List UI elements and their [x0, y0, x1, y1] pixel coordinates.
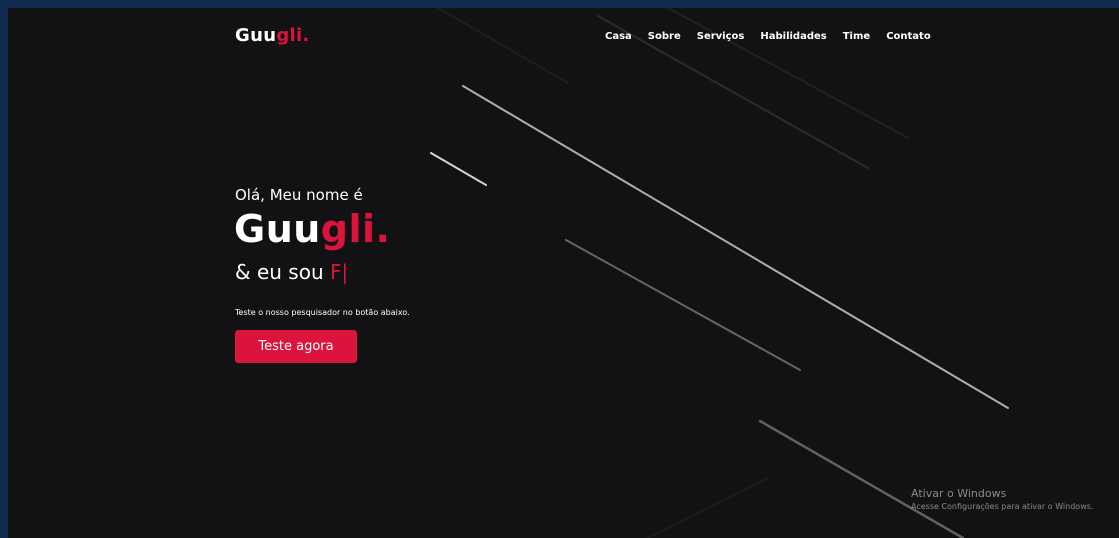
background-streaks	[430, 8, 1009, 538]
hero-role-prefix: & eu sou	[235, 260, 330, 284]
streak-3	[565, 239, 801, 371]
nav-item-sobre[interactable]: Sobre	[648, 31, 681, 42]
logo-accent-text: gli.	[276, 25, 310, 46]
streak-2	[430, 152, 487, 186]
typing-caret: |	[341, 260, 349, 284]
main-nav: Casa Sobre Serviços Habilidades Time Con…	[605, 31, 947, 42]
nav-item-contato[interactable]: Contato	[886, 31, 931, 42]
streak-1	[462, 85, 1009, 409]
streak-8	[647, 477, 769, 538]
hero-name-accent: gli.	[320, 207, 391, 251]
windows-activation-title: Ativar o Windows	[911, 487, 1007, 500]
browser-viewport: Guugli. Casa Sobre Serviços Habilidades …	[0, 0, 1119, 538]
hero-description: Teste o nosso pesquisador no botão abaix…	[235, 308, 410, 317]
streak-7	[437, 8, 569, 84]
streak-4	[758, 419, 965, 538]
site-logo[interactable]: Guugli.	[235, 25, 310, 46]
hero-name: Guugli.	[234, 207, 390, 251]
nav-item-time[interactable]: Time	[843, 31, 870, 42]
hero-role-line: & eu sou F|	[235, 260, 348, 284]
nav-item-servicos[interactable]: Serviços	[697, 31, 745, 42]
hero-greeting: Olá, Meu nome é	[235, 186, 363, 204]
logo-main-text: Guu	[235, 25, 277, 46]
hero-role-typed: F	[329, 260, 342, 284]
try-now-button[interactable]: Teste agora	[235, 330, 357, 363]
nav-item-casa[interactable]: Casa	[605, 31, 632, 42]
streak-6	[667, 8, 909, 139]
hero-name-main: Guu	[234, 207, 321, 251]
nav-item-habilidades[interactable]: Habilidades	[760, 31, 826, 42]
windows-activation-subtitle: Acesse Configurações para ativar o Windo…	[911, 502, 1094, 511]
